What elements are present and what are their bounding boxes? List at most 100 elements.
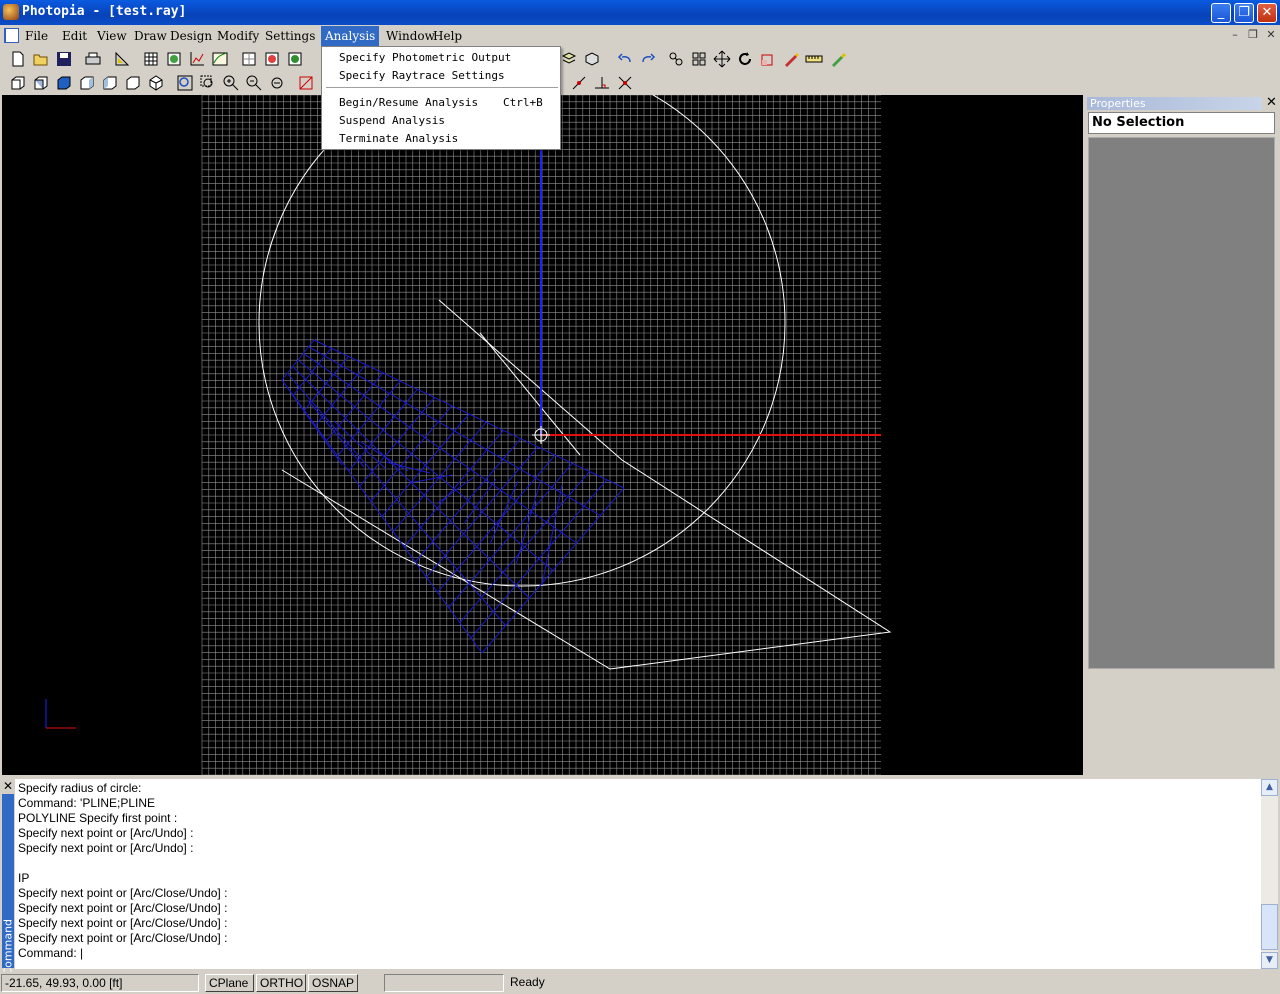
pen-icon[interactable] [782,50,800,68]
zoom-out-icon[interactable] [245,74,263,92]
command-tab-label: Command [1,918,15,976]
tiles-icon[interactable] [690,50,708,68]
properties-body [1088,137,1275,669]
intersection-snap-icon[interactable] [616,74,634,92]
grid-icon[interactable] [142,50,160,68]
mesh-line [286,373,507,626]
ortho-toggle[interactable]: ORTHO [256,974,306,992]
menu-file[interactable]: File [25,29,48,43]
menu-item-begin-resume-analysis[interactable]: Begin/Resume Analysis [339,96,478,109]
minimize-button[interactable]: _ [1211,3,1231,23]
properties-close-icon[interactable]: ✕ [1266,95,1277,110]
print-icon[interactable] [84,50,102,68]
ruler-icon[interactable] [805,50,823,68]
app-icon[interactable] [3,4,19,20]
drawing-canvas[interactable] [2,95,1083,775]
view-back-icon[interactable] [32,74,50,92]
menu-item-terminate-analysis[interactable]: Terminate Analysis [339,132,458,145]
menu-bar: File Edit View Draw Design Modify Settin… [0,26,1280,47]
undo-icon[interactable] [616,50,634,68]
move-icon[interactable] [713,50,731,68]
mdi-close-button[interactable]: ✕ [1263,28,1279,42]
perpendicular-snap-icon[interactable] [593,74,611,92]
open-folder-icon[interactable] [32,50,50,68]
close-button[interactable]: ✕ [1257,3,1277,23]
command-line: Specify next point or [Arc/Close/Undo] : [18,916,228,930]
snap-icon[interactable] [297,74,315,92]
menu-item-specify-photometric-output[interactable]: Specify Photometric Output [339,51,511,64]
zoom-realtime-icon[interactable] [268,74,286,92]
menu-analysis[interactable]: Analysis [321,26,380,46]
menu-edit[interactable]: Edit [62,29,87,43]
menu-draw[interactable]: Draw [134,29,167,43]
view-front-icon[interactable] [9,74,27,92]
command-line: Specify next point or [Arc/Undo] : [18,841,194,855]
command-close-icon[interactable]: ✕ [3,779,13,793]
command-line: IP [18,871,30,885]
mdi-minimize-button[interactable]: – [1227,28,1243,42]
progress-box [384,974,504,992]
mesh-line [411,474,453,483]
menu-design[interactable]: Design [170,29,212,43]
scroll-thumb[interactable] [1261,904,1278,950]
menu-modify[interactable]: Modify [217,29,259,43]
curve-icon[interactable] [211,50,229,68]
mesh-line [308,346,601,516]
scroll-down-icon[interactable]: ▼ [1261,952,1278,969]
menu-help[interactable]: Help [433,29,462,43]
block-icon[interactable] [583,50,601,68]
command-tab[interactable]: Command [2,794,15,976]
command-line: Specify next point or [Arc/Close/Undo] : [18,886,228,900]
zoom-window-icon[interactable] [199,74,217,92]
zoom-in-icon[interactable] [222,74,240,92]
menu-settings[interactable]: Settings [265,29,315,43]
cplane-toggle[interactable]: CPlane [205,974,254,992]
save-disk-icon[interactable] [55,50,73,68]
scroll-up-icon[interactable]: ▲ [1261,779,1278,796]
command-history[interactable]: Specify radius of circle: Command: 'PLIN… [15,779,1261,969]
menu-item-specify-raytrace-settings[interactable]: Specify Raytrace Settings [339,69,505,82]
coordinate-readout: -21.65, 49.93, 0.00 [ft] [1,974,199,992]
command-line: Specify radius of circle: [18,781,142,795]
tangent-snap-icon[interactable] [570,74,588,92]
menu-view[interactable]: View [97,29,127,43]
scale-icon[interactable] [759,50,777,68]
view-iso-icon[interactable] [147,74,165,92]
properties-selection[interactable]: No Selection [1088,112,1275,134]
view-toolbar [0,71,1280,95]
command-line: Specify next point or [Arc/Close/Undo] : [18,901,228,915]
properties-panel: Properties ✕ No Selection [1084,95,1280,775]
command-line: Specify next point or [Arc/Undo] : [18,826,194,840]
polyline-geometry[interactable] [281,299,892,670]
mdi-restore-button[interactable]: ❐ [1245,28,1261,42]
command-scrollbar[interactable]: ▲ ▼ [1261,779,1278,969]
mesh-line [281,379,343,466]
menu-item-suspend-analysis[interactable]: Suspend Analysis [339,114,445,127]
view-right-icon[interactable] [124,74,142,92]
view-top-icon[interactable] [55,74,73,92]
hatch-icon[interactable] [240,50,258,68]
measure-icon[interactable] [113,50,131,68]
osnap-toggle[interactable]: OSNAP [308,974,358,992]
restore-button[interactable]: ❐ [1234,3,1254,23]
view-left-icon[interactable] [101,74,119,92]
document-icon[interactable] [4,28,19,43]
pencil-icon[interactable] [829,50,847,68]
command-input[interactable]: Command: | [18,946,1261,961]
lamp-icon[interactable] [165,50,183,68]
ucs-icon [45,699,76,729]
layers-icon[interactable] [560,50,578,68]
standard-toolbar [0,47,1280,71]
material-icon[interactable] [263,50,281,68]
redo-icon[interactable] [639,50,657,68]
chart-icon[interactable] [188,50,206,68]
pan-icon[interactable] [667,50,685,68]
drawing-viewport[interactable] [2,95,1083,775]
zoom-extents-icon[interactable] [176,74,194,92]
new-file-icon[interactable] [9,50,27,68]
scene-icon[interactable] [286,50,304,68]
view-bottom-icon[interactable] [78,74,96,92]
command-line: POLYLINE Specify first point : [18,811,178,825]
rotate-icon[interactable] [736,50,754,68]
menu-window[interactable]: Window [386,29,435,43]
